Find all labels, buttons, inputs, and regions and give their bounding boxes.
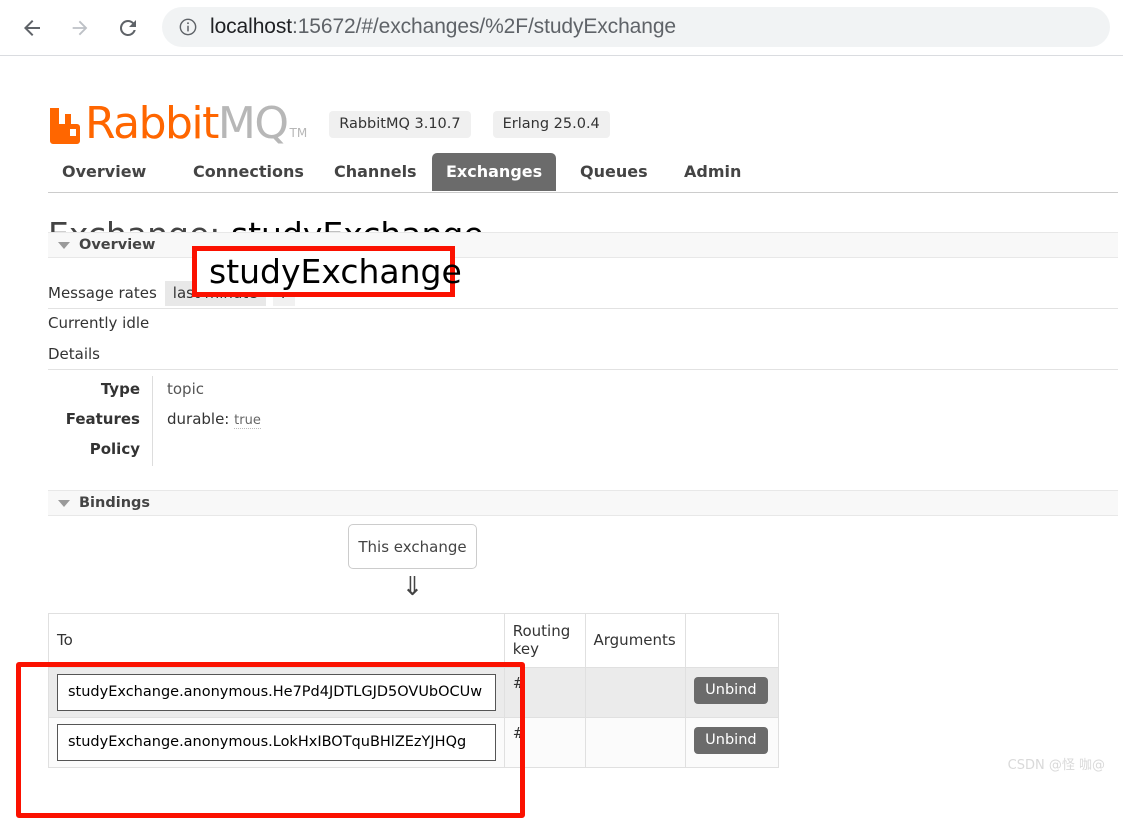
details-row-type: Type topic xyxy=(48,376,261,406)
forward-button[interactable] xyxy=(62,10,98,46)
browser-chrome: localhost:15672/#/exchanges/%2F/studyExc… xyxy=(0,0,1123,56)
binding-routing-key-cell: # xyxy=(503,667,586,718)
table-row: studyExchange.anonymous.He7Pd4JDTLGJD5OV… xyxy=(48,667,779,718)
details-value-features: durable: true xyxy=(153,406,261,436)
main-navigation: Overview Connections Channels Exchanges … xyxy=(48,153,1118,193)
rate-period-selector[interactable]: last minute xyxy=(164,280,266,306)
details-value-type: topic xyxy=(167,380,204,398)
message-rates-row: Message rates last minute ? xyxy=(48,278,1118,309)
tab-overview[interactable]: Overview xyxy=(48,153,160,191)
back-button[interactable] xyxy=(14,10,50,46)
details-row-policy: Policy xyxy=(48,436,261,466)
url-text: localhost:15672/#/exchanges/%2F/studyExc… xyxy=(210,15,676,39)
unbind-button[interactable]: Unbind xyxy=(694,677,768,704)
feature-value-durable: true xyxy=(234,413,261,429)
caret-down-icon xyxy=(58,499,70,507)
table-row: studyExchange.anonymous.LokHxIBOTquBHlZE… xyxy=(48,717,779,768)
binding-arguments-cell xyxy=(584,717,687,768)
help-icon[interactable]: ? xyxy=(272,280,295,306)
message-rates-label: Message rates xyxy=(48,284,157,302)
logo-rabbit-text: Rabbit xyxy=(85,98,219,149)
details-value-policy xyxy=(153,436,261,466)
binding-action-cell: Unbind xyxy=(685,667,779,718)
tab-admin[interactable]: Admin xyxy=(670,153,755,191)
queue-link[interactable]: studyExchange.anonymous.LokHxIBOTquBHlZE… xyxy=(57,724,496,761)
arrow-right-icon xyxy=(69,17,91,39)
bindings-table: To Routing key Arguments studyExchange.a… xyxy=(48,613,779,768)
rabbitmq-version-badge: RabbitMQ 3.10.7 xyxy=(329,111,471,138)
app-header: RabbitMQ TM RabbitMQ 3.10.7 Erlang 25.0.… xyxy=(48,82,610,146)
csdn-watermark: CSDN @怪 咖@ xyxy=(1007,758,1105,773)
binding-action-cell: Unbind xyxy=(685,717,779,768)
queue-link[interactable]: studyExchange.anonymous.He7Pd4JDTLGJD5OV… xyxy=(57,674,496,711)
details-label: Details xyxy=(48,345,1118,370)
rabbitmq-wordmark: RabbitMQ xyxy=(85,102,289,146)
rabbitmq-logo[interactable]: RabbitMQ TM xyxy=(48,94,308,146)
binding-to-cell: studyExchange.anonymous.LokHxIBOTquBHlZE… xyxy=(48,717,505,768)
column-header-arguments[interactable]: Arguments xyxy=(584,613,687,668)
rabbitmq-logo-mark xyxy=(48,106,82,144)
rabbitmq-management-page: RabbitMQ TM RabbitMQ 3.10.7 Erlang 25.0.… xyxy=(0,56,1123,818)
section-header-bindings[interactable]: Bindings xyxy=(48,490,1118,516)
caret-down-icon xyxy=(58,241,70,249)
binding-direction-arrow-icon: ⇓ xyxy=(401,572,424,602)
section-title-bindings: Bindings xyxy=(79,495,151,511)
tab-channels[interactable]: Channels xyxy=(320,153,431,191)
column-header-actions xyxy=(685,613,779,668)
tab-queues[interactable]: Queues xyxy=(566,153,662,191)
arrow-left-icon xyxy=(20,16,44,40)
column-header-to[interactable]: To xyxy=(48,613,505,668)
reload-icon xyxy=(116,16,140,40)
currently-idle-status: Currently idle xyxy=(48,314,150,332)
binding-to-cell: studyExchange.anonymous.He7Pd4JDTLGJD5OV… xyxy=(48,667,505,718)
logo-tm-mark: TM xyxy=(289,126,308,140)
tab-exchanges[interactable]: Exchanges xyxy=(432,153,557,191)
column-header-routing-key[interactable]: Routing key xyxy=(503,613,586,668)
this-exchange-node: This exchange xyxy=(348,524,477,569)
address-bar[interactable]: localhost:15672/#/exchanges/%2F/studyExc… xyxy=(162,7,1110,47)
url-host: localhost xyxy=(210,15,292,38)
details-row-features: Features durable: true xyxy=(48,406,261,436)
erlang-version-badge: Erlang 25.0.4 xyxy=(492,111,610,138)
binding-arguments-cell xyxy=(584,667,687,718)
feature-key-durable: durable: xyxy=(167,410,230,428)
unbind-button[interactable]: Unbind xyxy=(694,727,768,754)
section-title-overview: Overview xyxy=(79,237,156,253)
details-key-type: Type xyxy=(48,376,153,406)
tab-connections[interactable]: Connections xyxy=(179,153,318,191)
section-header-overview[interactable]: Overview xyxy=(48,232,1118,258)
binding-routing-key-cell: # xyxy=(503,717,586,768)
exchange-details-table: Type topic Features durable: true Policy xyxy=(48,376,261,466)
details-key-policy: Policy xyxy=(48,436,153,466)
url-path: :15672/#/exchanges/%2F/studyExchange xyxy=(291,15,676,38)
reload-button[interactable] xyxy=(110,10,146,46)
info-circle-icon[interactable] xyxy=(178,17,198,37)
details-key-features: Features xyxy=(48,406,153,436)
bindings-table-header-row: To Routing key Arguments xyxy=(48,613,779,668)
logo-mq-text: MQ xyxy=(217,98,289,149)
